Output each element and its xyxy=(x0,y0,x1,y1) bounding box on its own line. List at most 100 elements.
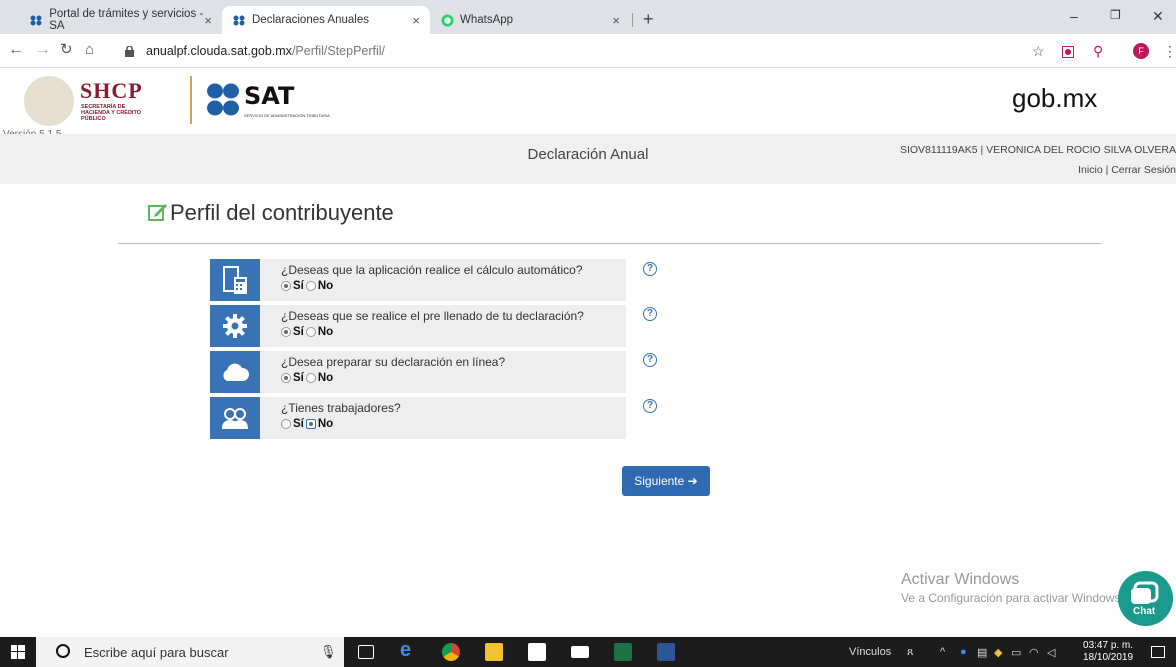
gear-icon xyxy=(210,305,260,347)
session-links: Inicio | Cerrar Sesión xyxy=(1078,164,1176,176)
extension-icon[interactable] xyxy=(1062,45,1074,61)
help-icon[interactable]: ? xyxy=(643,399,657,413)
tab-separator xyxy=(632,13,633,27)
siguiente-label: Siguiente xyxy=(634,474,685,488)
close-tab-icon[interactable]: × xyxy=(412,13,420,28)
reload-icon[interactable]: ↻ xyxy=(60,42,73,58)
radio-si[interactable] xyxy=(281,419,291,429)
restore-icon[interactable]: ❐ xyxy=(1110,8,1121,22)
minimize-icon[interactable]: – xyxy=(1070,8,1078,24)
task-view-icon[interactable] xyxy=(358,645,374,659)
link-separator: | xyxy=(1102,164,1112,176)
user-info: SIOV811119AK5 | VERONICA DEL ROCIO SILVA… xyxy=(899,144,1176,156)
question-text: ¿Desea preparar su declaración en línea? xyxy=(281,355,506,369)
option-si-label: Sí xyxy=(293,418,304,430)
url-field[interactable]: anualpf.clouda.sat.gob.mx/Perfil/StepPer… xyxy=(146,44,385,58)
arrow-right-icon: ➔ xyxy=(687,474,698,488)
title-divider xyxy=(118,243,1101,244)
help-icon[interactable]: ? xyxy=(643,262,657,276)
back-icon[interactable]: ← xyxy=(8,42,24,58)
vinculos-toolbar[interactable]: Vínculos xyxy=(849,646,891,658)
sat-subtitle: SERVICIO DE ADMINISTRACIÓN TRIBUTARIA xyxy=(244,113,330,118)
answer-options: Sí No xyxy=(281,418,333,430)
workers-icon xyxy=(210,397,260,439)
option-si-label: Sí xyxy=(293,372,304,384)
option-si-label: Sí xyxy=(293,280,304,292)
search-extension-icon[interactable]: ⚲ xyxy=(1093,43,1103,60)
windows-start-icon[interactable] xyxy=(11,645,25,662)
activation-watermark: Activar Windows Ve a Configuración para … xyxy=(901,571,1124,605)
show-hidden-icons[interactable]: ^ xyxy=(940,646,945,658)
wifi-icon[interactable]: ◠ xyxy=(1029,646,1039,659)
people-icon[interactable]: ጸ xyxy=(907,646,913,659)
question-row-prellenado: ¿Deseas que se realice el pre llenado de… xyxy=(210,305,626,347)
store-icon[interactable] xyxy=(528,643,546,661)
radio-no[interactable] xyxy=(305,419,316,429)
network-icon[interactable]: ▤ xyxy=(977,646,987,659)
tab-portal[interactable]: Portal de trámites y servicios - SA × xyxy=(20,6,222,34)
sat-favicon-icon xyxy=(30,13,43,27)
battery-icon[interactable]: ▭ xyxy=(1011,646,1021,659)
tab-title: Declaraciones Anuales xyxy=(252,14,369,26)
radio-no[interactable] xyxy=(305,281,316,291)
chat-bubble-icon xyxy=(1131,581,1159,604)
option-no-label: No xyxy=(317,280,334,292)
question-text: ¿Tienes trabajadores? xyxy=(281,401,401,415)
tab-whatsapp[interactable]: WhatsApp × xyxy=(430,6,630,34)
clock-date: 18/10/2019 xyxy=(1083,652,1134,663)
inicio-link[interactable]: Inicio xyxy=(1078,164,1103,176)
radio-si[interactable] xyxy=(281,373,291,383)
radio-si[interactable] xyxy=(281,281,291,291)
edge-icon[interactable]: e xyxy=(400,639,418,661)
answer-options: Sí No xyxy=(281,280,333,292)
tab-declaraciones[interactable]: Declaraciones Anuales × xyxy=(222,6,430,34)
bookmark-star-icon[interactable]: ☆ xyxy=(1032,43,1045,60)
security-icon[interactable]: ◆ xyxy=(994,646,1002,659)
close-window-icon[interactable]: ✕ xyxy=(1152,8,1164,25)
help-icon[interactable]: ? xyxy=(643,353,657,367)
shcp-logo: SHCP xyxy=(80,78,143,103)
search-placeholder: Escribe aquí para buscar xyxy=(84,645,229,660)
page-title: Perfil del contribuyente xyxy=(148,200,394,226)
cloud-icon xyxy=(210,351,260,393)
bluetooth-icon[interactable]: ● xyxy=(960,646,967,658)
chat-button[interactable]: Chat xyxy=(1118,571,1173,626)
system-clock[interactable]: 03:47 p. m. 18/10/2019 xyxy=(1083,640,1133,664)
url-path: /Perfil/StepPerfil/ xyxy=(291,44,386,58)
clock-time: 03:47 p. m. xyxy=(1083,640,1134,651)
profile-avatar[interactable]: F xyxy=(1133,43,1149,59)
url-host: anualpf.clouda.sat.gob.mx xyxy=(146,44,292,58)
close-tab-icon[interactable]: × xyxy=(612,13,620,28)
sat-favicon-icon xyxy=(232,13,246,27)
notifications-icon[interactable] xyxy=(1151,646,1165,658)
gobmx-logo[interactable]: gob.mx xyxy=(1012,83,1097,114)
help-icon[interactable]: ? xyxy=(643,307,657,321)
home-icon[interactable]: ⌂ xyxy=(85,42,94,58)
siguiente-button[interactable]: Siguiente ➔ xyxy=(622,466,710,496)
question-text: ¿Deseas que se realice el pre llenado de… xyxy=(281,309,584,323)
menu-icon[interactable]: ⋮ xyxy=(1163,43,1176,60)
radio-si[interactable] xyxy=(281,327,291,337)
tab-title: Portal de trámites y servicios - SA xyxy=(49,8,204,32)
chat-label: Chat xyxy=(1133,606,1156,617)
word-icon[interactable] xyxy=(657,643,675,661)
forward-icon[interactable]: → xyxy=(35,42,51,58)
close-tab-icon[interactable]: × xyxy=(204,13,212,28)
mexico-seal-icon xyxy=(24,76,74,126)
new-tab-icon[interactable]: + xyxy=(643,10,654,28)
radio-no[interactable] xyxy=(305,373,316,383)
option-no-label: No xyxy=(317,418,334,430)
chrome-icon[interactable] xyxy=(442,643,460,661)
browser-tab-bar: Portal de trámites y servicios - SA × De… xyxy=(0,0,1176,34)
file-explorer-icon[interactable] xyxy=(485,643,503,661)
logo-divider xyxy=(190,76,192,124)
radio-no[interactable] xyxy=(305,327,316,337)
cerrar-sesion-link[interactable]: Cerrar Sesión xyxy=(1111,164,1176,176)
microphone-icon[interactable]: 🎙 xyxy=(320,644,337,660)
option-si-label: Sí xyxy=(293,326,304,338)
lock-icon xyxy=(125,45,134,61)
mail-icon[interactable] xyxy=(571,646,589,658)
taskbar-search[interactable]: Escribe aquí para buscar 🎙 xyxy=(36,637,344,667)
excel-icon[interactable] xyxy=(614,643,632,661)
volume-icon[interactable]: ◁ xyxy=(1047,646,1055,659)
